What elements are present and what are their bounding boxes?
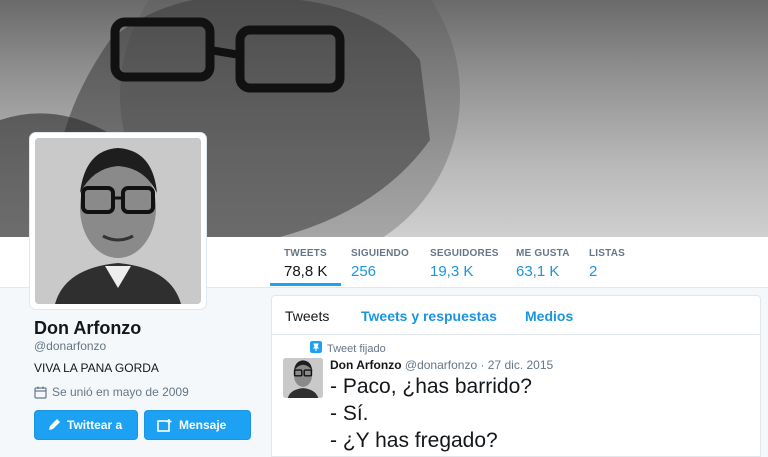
calendar-icon xyxy=(34,386,47,399)
stat-value: 256 xyxy=(351,263,377,280)
tweet-text-line: - Sí. xyxy=(330,402,369,425)
timeline: Tweets Tweets y respuestas Medios Tweet … xyxy=(271,295,761,457)
profile-joined: Se unió en mayo de 2009 xyxy=(34,385,189,399)
pin-icon xyxy=(310,341,322,353)
stat-value: 19,3 K xyxy=(430,263,474,280)
stat-value: 63,1 K xyxy=(516,263,560,280)
tweet-handle[interactable]: @donarfonzo xyxy=(405,358,477,372)
tweet-text-line: - ¿Y has fregado? xyxy=(330,429,498,452)
stat-label: SEGUIDORES xyxy=(430,248,499,259)
stat-followers[interactable]: SEGUIDORES 19,3 K xyxy=(430,248,499,280)
tweet-date[interactable]: · 27 dic. 2015 xyxy=(480,358,553,372)
profile-bio: VIVA LA PANA GORDA xyxy=(34,361,159,375)
tweet-avatar[interactable] xyxy=(283,358,323,398)
compose-icon xyxy=(49,419,60,430)
stat-lists[interactable]: LISTAS 2 xyxy=(589,248,625,280)
message-label: Mensaje xyxy=(179,418,227,432)
stat-label: ME GUSTA xyxy=(516,248,570,259)
joined-text: Se unió en mayo de 2009 xyxy=(52,385,189,399)
profile-avatar[interactable] xyxy=(30,133,206,309)
stat-label: SIGUIENDO xyxy=(351,248,409,259)
stat-following[interactable]: SIGUIENDO 256 xyxy=(351,248,409,280)
stat-value: 2 xyxy=(589,263,598,280)
message-button[interactable]: Mensaje xyxy=(144,410,251,440)
tab-tweets-replies[interactable]: Tweets y respuestas xyxy=(361,308,497,324)
tab-tweets[interactable]: Tweets xyxy=(285,308,329,324)
tweet-text-line: - Paco, ¿has barrido? xyxy=(330,375,532,398)
pinned-label: Tweet fijado xyxy=(327,343,386,355)
stat-label: TWEETS xyxy=(284,248,327,259)
avatar-photo xyxy=(35,138,201,304)
tweet-header: Don Arfonzo @donarfonzo · 27 dic. 2015 xyxy=(330,358,553,372)
message-icon xyxy=(157,419,172,432)
stat-tweets[interactable]: TWEETS 78,8 K xyxy=(269,248,342,286)
tweet-to-button[interactable]: Twittear a xyxy=(34,410,138,440)
stat-value: 78,8 K xyxy=(284,263,328,280)
stat-likes[interactable]: ME GUSTA 63,1 K xyxy=(516,248,570,280)
tweet-author[interactable]: Don Arfonzo xyxy=(330,358,402,372)
profile-handle[interactable]: @donarfonzo xyxy=(34,339,106,353)
tab-media[interactable]: Medios xyxy=(525,308,573,324)
timeline-tabs: Tweets Tweets y respuestas Medios xyxy=(272,296,760,335)
profile-name[interactable]: Don Arfonzo xyxy=(34,318,141,339)
tweet-to-label: Twittear a xyxy=(67,418,123,432)
stat-label: LISTAS xyxy=(589,248,626,259)
